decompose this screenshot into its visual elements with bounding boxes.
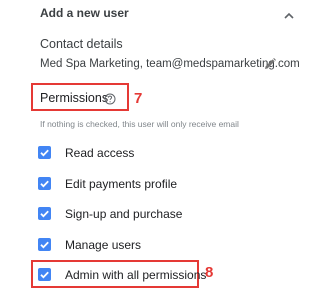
checkbox-sign-up-and-purchase[interactable] (38, 207, 51, 220)
permissions-hint: If nothing is checked, this user will on… (40, 119, 239, 129)
checkbox-edit-payments-profile[interactable] (38, 177, 51, 190)
help-circle-icon[interactable] (104, 92, 116, 105)
label-admin-all-permissions: Admin with all permissions (65, 268, 207, 282)
checkbox-read-access[interactable] (38, 146, 51, 159)
section-header-title: Add a new user (40, 6, 129, 20)
label-edit-payments-profile: Edit payments profile (65, 177, 178, 191)
contact-details-value: Med Spa Marketing, team@medspamarketing.… (40, 58, 300, 70)
annotation-marker-8: 8 (205, 264, 214, 281)
label-manage-users: Manage users (65, 238, 142, 252)
chevron-up-icon[interactable] (283, 8, 295, 19)
annotation-marker-7: 7 (134, 90, 143, 107)
pencil-icon[interactable] (263, 57, 277, 71)
label-read-access: Read access (65, 146, 135, 160)
permissions-label: Permissions (40, 91, 109, 105)
checkbox-manage-users[interactable] (38, 238, 51, 251)
checkbox-admin-all-permissions[interactable] (38, 268, 51, 281)
contact-details-label: Contact details (40, 37, 123, 51)
label-sign-up-and-purchase: Sign-up and purchase (65, 207, 183, 221)
